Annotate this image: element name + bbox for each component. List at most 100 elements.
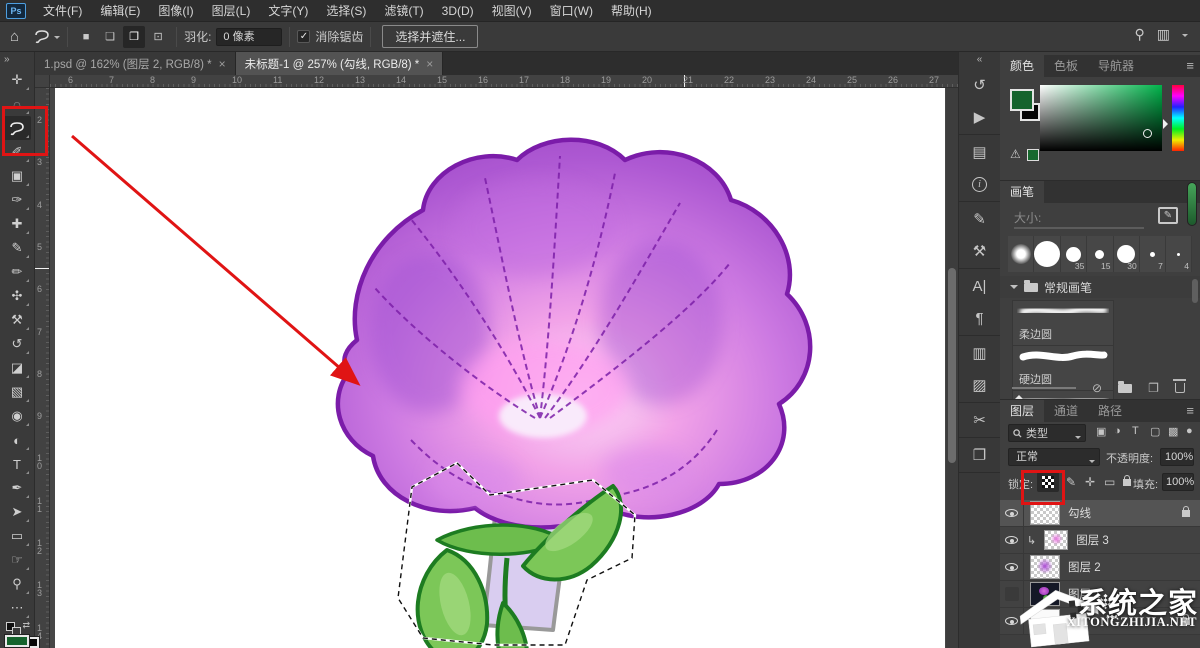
delete-brush-icon[interactable]	[1175, 383, 1185, 393]
close-icon[interactable]: ×	[426, 57, 433, 71]
tab-navigator[interactable]: 导航器	[1088, 55, 1144, 77]
info-icon[interactable]: i	[965, 171, 995, 197]
intersect-selection-button[interactable]: ⊡	[147, 26, 169, 48]
menu-image[interactable]: 图像(I)	[149, 0, 202, 22]
brush-tool[interactable]: ✎	[3, 236, 31, 260]
select-and-mask-button[interactable]: 选择并遮住...	[382, 25, 478, 48]
layer-row[interactable]: 图层 1	[1000, 581, 1200, 608]
new-selection-button[interactable]: ■	[75, 26, 97, 48]
blend-mode-dropdown[interactable]: 正常	[1008, 448, 1100, 466]
visibility-toggle[interactable]	[1000, 581, 1024, 608]
character-icon[interactable]: A|	[965, 273, 995, 299]
brush-preset[interactable]	[1034, 236, 1061, 272]
clone-source-icon[interactable]: ⚒	[965, 238, 995, 264]
mixer-brush-tool[interactable]: ✣	[3, 284, 31, 308]
brush-preset[interactable]: 35	[1061, 236, 1087, 272]
new-brush-icon[interactable]: ❐	[1148, 381, 1159, 395]
search-icon[interactable]: ⚲	[1135, 26, 1145, 43]
menu-edit[interactable]: 编辑(E)	[91, 0, 149, 22]
brush-stroke-preview[interactable]	[1012, 345, 1114, 370]
menu-layer[interactable]: 图层(L)	[203, 0, 260, 22]
menu-view[interactable]: 视图(V)	[483, 0, 541, 22]
panel-menu-icon[interactable]: ≡	[1186, 403, 1194, 418]
layer-row[interactable]: 勾线	[1000, 500, 1200, 527]
marquee-tool[interactable]: ◌	[3, 92, 31, 116]
home-icon[interactable]: ⌂	[10, 28, 19, 45]
dodge-tool[interactable]: ◐	[3, 428, 31, 452]
tool-preset-picker[interactable]	[33, 29, 60, 44]
gradient-tool[interactable]: ▧	[3, 380, 31, 404]
brush-list-scrollbar[interactable]	[1192, 279, 1198, 303]
history-brush-tool[interactable]: ↺	[3, 332, 31, 356]
gamut-warning-icon[interactable]: ⚠	[1010, 147, 1021, 161]
document-tab[interactable]: 未标题-1 @ 257% (勾线, RGB/8) *×	[236, 52, 444, 75]
dock-collapse-button[interactable]: «	[977, 52, 983, 68]
tab-channels[interactable]: 通道	[1044, 400, 1088, 422]
history-icon[interactable]: ↺	[965, 72, 995, 98]
layer-thumbnail[interactable]	[1030, 582, 1060, 606]
filter-pixel-layers-icon[interactable]: ▣	[1096, 425, 1106, 438]
menu-filter[interactable]: 滤镜(T)	[375, 0, 432, 22]
lock-transparent-pixels-icon[interactable]	[1037, 472, 1059, 492]
layer-thumbnail[interactable]	[1030, 501, 1060, 525]
pen-tool[interactable]: ✒	[3, 476, 31, 500]
visibility-toggle[interactable]	[1000, 527, 1024, 554]
healing-brush-tool[interactable]: ✚	[3, 212, 31, 236]
menu-type[interactable]: 文字(Y)	[259, 0, 317, 22]
brush-effects-toggle-icon[interactable]: ⊘	[1092, 381, 1102, 395]
tab-layers[interactable]: 图层	[1000, 400, 1044, 422]
filter-shape-layers-icon[interactable]: ▢	[1150, 425, 1160, 438]
menu-help[interactable]: 帮助(H)	[602, 0, 661, 22]
lasso-tool[interactable]	[3, 116, 31, 140]
move-tool[interactable]: ✛	[3, 68, 31, 92]
libraries-icon[interactable]: ▥	[965, 340, 995, 366]
paragraph-styles-icon[interactable]: ▨	[965, 372, 995, 398]
brush-preset[interactable]: 7	[1140, 236, 1166, 272]
color-field[interactable]	[1040, 85, 1162, 151]
tool-presets-icon[interactable]: ✂	[965, 407, 995, 433]
edit-toolbar[interactable]: ⋯	[3, 596, 31, 620]
foreground-color-swatch[interactable]	[1010, 89, 1034, 111]
paragraph-icon[interactable]: ¶	[965, 305, 995, 331]
color-cursor[interactable]	[1143, 129, 1152, 138]
layer-row[interactable]: 图层 2	[1000, 554, 1200, 581]
lock-move-icon[interactable]: ✛	[1085, 475, 1095, 489]
lock-artboard-icon[interactable]: ▭	[1104, 475, 1115, 489]
subtract-from-selection-button[interactable]: ❐	[123, 26, 145, 48]
close-icon[interactable]: ×	[219, 57, 226, 71]
hue-slider[interactable]	[1172, 85, 1184, 151]
lock-brush-icon[interactable]: ✎	[1066, 475, 1076, 489]
zoom-tool[interactable]: ⚲	[3, 572, 31, 596]
layer-filter-dropdown[interactable]: 类型	[1008, 424, 1086, 442]
type-tool[interactable]: T	[3, 452, 31, 476]
new-group-icon[interactable]	[1118, 384, 1132, 393]
chevron-down-icon[interactable]	[1182, 34, 1188, 40]
brush-preset[interactable]	[1008, 236, 1034, 272]
eraser-tool[interactable]: ◪	[3, 356, 31, 380]
layer-thumbnail[interactable]	[1030, 555, 1060, 579]
brush-preset[interactable]: 15	[1087, 236, 1113, 272]
antialias-checkbox[interactable]: ✓	[297, 30, 310, 43]
menu-3d[interactable]: 3D(D)	[433, 0, 483, 22]
feather-input[interactable]: 0 像素	[216, 28, 282, 46]
menu-file[interactable]: 文件(F)	[34, 0, 91, 22]
brush-preset[interactable]: 4	[1166, 236, 1192, 272]
brush-settings-icon[interactable]: ✎	[965, 206, 995, 232]
layer-thumbnail[interactable]	[1030, 609, 1060, 633]
filter-adjustment-layers-icon[interactable]: ◑	[1114, 425, 1121, 437]
tab-brushes[interactable]: 画笔	[1000, 181, 1044, 203]
brush-stroke-preview[interactable]	[1012, 300, 1114, 325]
path-selection-tool[interactable]: ➤	[3, 500, 31, 524]
hand-tool[interactable]: ☞	[3, 548, 31, 572]
document-tab[interactable]: 1.psd @ 162% (图层 2, RGB/8) *×	[35, 52, 236, 75]
brush-size-slider[interactable]	[1014, 227, 1144, 229]
visibility-toggle[interactable]	[1000, 500, 1024, 527]
canvas-scrollbar[interactable]	[946, 88, 958, 648]
quick-selection-tool[interactable]: ✐	[3, 140, 31, 164]
gamut-swatch[interactable]	[1027, 149, 1039, 161]
layer-thumbnail[interactable]	[1044, 530, 1068, 550]
filter-toggle-icon[interactable]: ●	[1186, 425, 1193, 437]
filter-type-layers-icon[interactable]: T	[1132, 425, 1139, 437]
default-colors-icon[interactable]: ⇄	[4, 622, 30, 629]
shape-tool[interactable]: ▭	[3, 524, 31, 548]
